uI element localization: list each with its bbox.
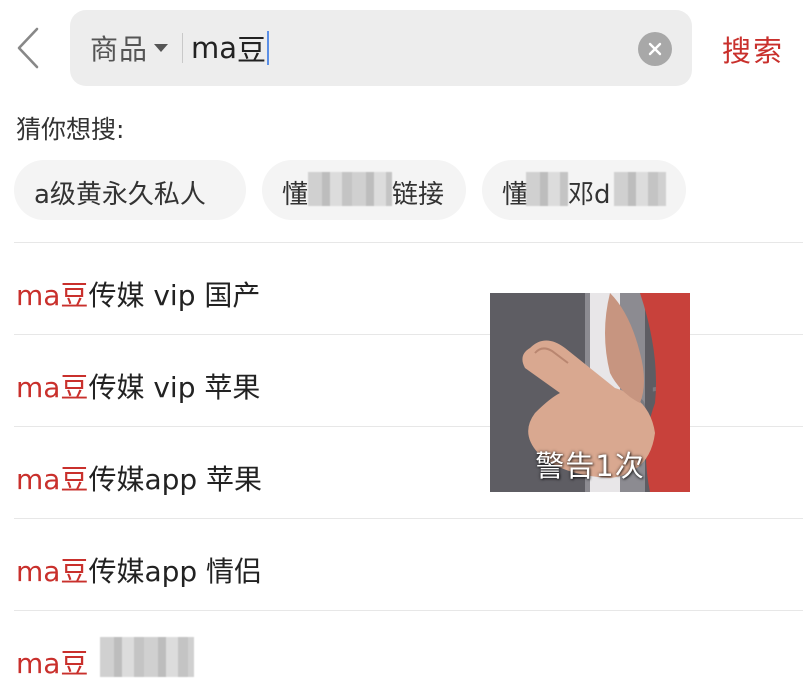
chip-label-start: 懂	[282, 180, 309, 210]
search-button[interactable]: 搜索	[722, 28, 784, 70]
suggestion-highlight: ma豆	[16, 279, 89, 312]
search-input[interactable]: ma 豆	[191, 10, 692, 86]
search-box[interactable]: 商品 ma 豆	[70, 10, 692, 86]
guess-chip[interactable]: 懂 邓d	[482, 160, 686, 220]
guess-chip[interactable]: 懂 链接	[262, 160, 466, 220]
suggestion-highlight: ma豆	[16, 647, 89, 680]
suggestion-text: ma豆传媒app 苹果	[16, 458, 262, 498]
censor-blur	[100, 637, 194, 677]
query-prefix: ma	[191, 31, 238, 65]
suggestion-text: ma豆	[16, 642, 88, 682]
suggestion-highlight: ma豆	[16, 371, 89, 404]
search-header: 商品 ma 豆 搜索	[0, 0, 803, 96]
meme-caption: 警告1次	[535, 449, 645, 483]
caret-down-icon	[154, 44, 169, 52]
clear-button[interactable]	[638, 32, 672, 66]
chevron-left-icon	[17, 27, 39, 69]
clear-x-icon	[648, 42, 662, 56]
suggestion-text: ma豆传媒app 情侣	[16, 550, 262, 590]
suggestion-text: ma豆传媒 vip 苹果	[16, 366, 260, 406]
suggestion-rest: 传媒app 情侣	[88, 555, 263, 588]
back-button[interactable]	[8, 22, 48, 74]
guess-chip[interactable]: a级黄永久私人	[14, 160, 246, 220]
query-suffix: 豆	[237, 33, 267, 67]
scope-label: 商品	[90, 33, 149, 66]
scope-dropdown[interactable]: 商品	[90, 10, 169, 86]
chip-label-mid: 邓d	[568, 180, 611, 210]
guess-chips: a级黄永久私人 懂 链接 懂 邓d	[14, 160, 803, 222]
warning-meme-image: 61 警告1次	[490, 293, 690, 492]
scope-divider	[182, 33, 184, 63]
chip-label: a级黄永久私人	[34, 180, 206, 210]
suggestion-highlight: ma豆	[16, 463, 89, 496]
guess-title: 猜你想搜:	[16, 115, 125, 144]
chip-label-start: 懂	[502, 180, 529, 210]
suggestion-rest: 传媒app 苹果	[88, 463, 263, 496]
censor-blur	[526, 172, 568, 206]
suggestion-rest: 传媒 vip 国产	[88, 279, 261, 312]
text-cursor	[267, 31, 270, 65]
censor-blur	[614, 172, 666, 206]
chip-label-end: 链接	[392, 180, 445, 210]
suggestion-text: ma豆传媒 vip 国产	[16, 274, 260, 314]
suggestion-row[interactable]: ma豆传媒app 情侣	[0, 519, 803, 611]
suggestion-highlight: ma豆	[16, 555, 89, 588]
censor-blur	[308, 172, 392, 206]
suggestion-row[interactable]: ma豆	[0, 611, 803, 694]
suggestion-rest: 传媒 vip 苹果	[88, 371, 261, 404]
